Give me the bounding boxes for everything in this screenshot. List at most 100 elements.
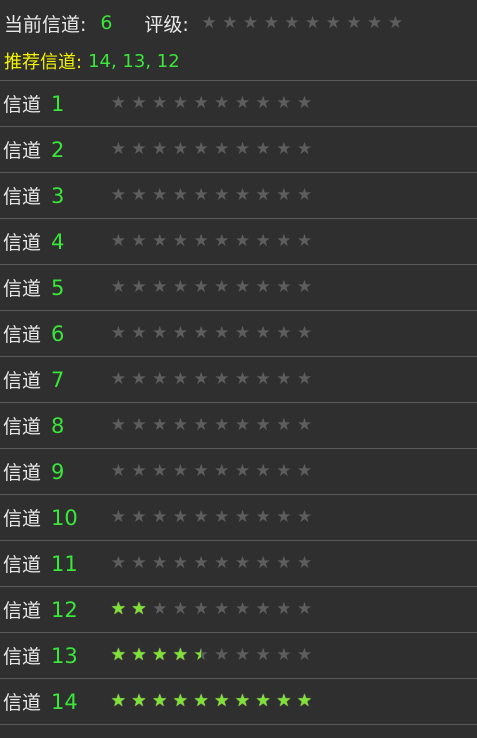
star-empty-icon: ★ — [110, 461, 126, 481]
star-empty-icon: ★ — [172, 139, 189, 159]
star-empty-icon: ★ — [193, 139, 209, 159]
channel-label: 信道 — [3, 140, 42, 162]
star-empty-icon: ★ — [193, 277, 209, 297]
star-empty-icon: ★ — [131, 553, 147, 573]
channel-rating-stars: ★ ★ ★ ★ ★ ★ ★ ★ ★ ★ — [108, 509, 315, 526]
star-empty-icon: ★ — [193, 415, 209, 435]
star-empty-icon: ★ — [255, 93, 271, 113]
channel-label: 信道 — [3, 94, 42, 116]
star-empty-icon: ★ — [172, 415, 189, 435]
channel-rating-stars: ★ ★ ★ ★ ★ ★ ★ ★ ★ ★ — [108, 141, 315, 158]
star-empty-icon: ★ — [193, 553, 209, 573]
channel-row[interactable]: 信道 4 ★ ★ ★ ★ ★ ★ ★ ★ ★ ★ — [0, 219, 477, 265]
channel-label: 信道 — [3, 416, 42, 438]
star-empty-icon: ★ — [214, 645, 230, 665]
channel-row[interactable]: 信道 7 ★ ★ ★ ★ ★ ★ ★ ★ ★ ★ — [0, 357, 477, 403]
channel-row[interactable]: 信道 3 ★ ★ ★ ★ ★ ★ ★ ★ ★ ★ — [0, 173, 477, 219]
channel-number: 4 — [51, 229, 65, 254]
channel-row[interactable]: 信道 5 ★ ★ ★ ★ ★ ★ ★ ★ ★ ★ — [0, 265, 477, 311]
star-empty-icon: ★ — [234, 231, 251, 251]
star-empty-icon: ★ — [255, 645, 271, 665]
channel-row[interactable]: 信道 6 ★ ★ ★ ★ ★ ★ ★ ★ ★ ★ — [0, 311, 477, 357]
channel-rating-stars: ★ ★ ★ ★ ★ ★ ★ ★ ★ ★ — [108, 463, 315, 480]
star-empty-icon: ★ — [201, 12, 217, 33]
star-empty-icon: ★ — [110, 139, 126, 159]
star-empty-icon: ★ — [255, 231, 271, 251]
star-empty-icon: ★ — [276, 277, 292, 297]
star-empty-icon: ★ — [152, 553, 168, 573]
star-empty-icon: ★ — [296, 553, 313, 573]
star-empty-icon: ★ — [152, 599, 168, 619]
channel-rating-stars: ★ ★ ★ ★ ★ ★ ★ ★ ★ ★ — [108, 601, 315, 618]
star-filled-icon: ★ — [276, 691, 292, 711]
channel-label: 信道 — [3, 462, 42, 484]
star-empty-icon: ★ — [193, 93, 209, 113]
star-empty-icon: ★ — [131, 369, 147, 389]
channel-row[interactable]: 信道 9 ★ ★ ★ ★ ★ ★ ★ ★ ★ ★ — [0, 449, 477, 495]
star-empty-icon: ★ — [172, 93, 189, 113]
star-empty-icon: ★ — [131, 93, 147, 113]
channel-rating-stars: ★ ★ ★ ★ ★ ★ ★ ★ ★ ★ — [108, 693, 315, 710]
star-empty-icon: ★ — [276, 369, 292, 389]
channel-number: 1 — [51, 91, 65, 116]
star-empty-icon: ★ — [214, 323, 230, 343]
star-empty-icon: ★ — [193, 599, 209, 619]
star-empty-icon: ★ — [255, 507, 271, 527]
channel-row[interactable]: 信道 1 ★ ★ ★ ★ ★ ★ ★ ★ ★ ★ — [0, 81, 477, 127]
star-empty-icon: ★ — [214, 415, 230, 435]
star-filled-icon: ★ — [131, 645, 147, 665]
star-empty-icon: ★ — [131, 139, 147, 159]
star-empty-icon: ★ — [152, 415, 168, 435]
star-empty-icon: ★ — [214, 461, 230, 481]
channel-rating-stars: ★ ★ ★ ★ ★ ★ ★ ★ ★ ★ — [108, 95, 315, 112]
star-empty-icon: ★ — [152, 507, 168, 527]
star-empty-icon: ★ — [276, 507, 292, 527]
channel-row[interactable]: 信道 12 ★ ★ ★ ★ ★ ★ ★ ★ ★ ★ — [0, 587, 477, 633]
star-empty-icon: ★ — [172, 507, 189, 527]
star-half-icon: ★ — [191, 647, 212, 664]
channel-rating-stars: ★ ★ ★ ★ ★ ★ ★ ★ ★ ★ — [108, 371, 315, 388]
star-empty-icon: ★ — [172, 553, 189, 573]
channel-label: 信道 — [3, 278, 42, 300]
star-empty-icon: ★ — [234, 185, 251, 205]
channel-label: 信道 — [3, 600, 42, 622]
star-empty-icon: ★ — [276, 231, 292, 251]
star-empty-icon: ★ — [276, 553, 292, 573]
star-empty-icon: ★ — [234, 93, 251, 113]
channel-number: 8 — [51, 413, 65, 438]
channel-number: 7 — [51, 367, 65, 392]
star-filled-icon: ★ — [172, 691, 189, 711]
channel-row[interactable]: 信道 2 ★ ★ ★ ★ ★ ★ ★ ★ ★ ★ — [0, 127, 477, 173]
star-filled-icon: ★ — [131, 599, 147, 619]
star-empty-icon: ★ — [234, 323, 251, 343]
star-empty-icon: ★ — [296, 369, 313, 389]
star-empty-icon: ★ — [172, 461, 189, 481]
star-empty-icon: ★ — [296, 461, 313, 481]
star-empty-icon: ★ — [255, 323, 271, 343]
star-empty-icon: ★ — [214, 553, 230, 573]
star-filled-icon: ★ — [234, 691, 251, 711]
star-empty-icon: ★ — [131, 277, 147, 297]
channel-label: 信道 — [3, 186, 42, 208]
star-empty-icon: ★ — [296, 415, 313, 435]
star-filled-icon: ★ — [172, 645, 189, 665]
star-empty-icon: ★ — [255, 599, 271, 619]
current-channel-label: 当前信道: — [4, 13, 87, 36]
channel-row[interactable]: 信道 8 ★ ★ ★ ★ ★ ★ ★ ★ ★ ★ — [0, 403, 477, 449]
star-empty-icon: ★ — [110, 185, 126, 205]
star-empty-icon: ★ — [152, 139, 168, 159]
channel-row[interactable]: 信道 14 ★ ★ ★ ★ ★ ★ ★ ★ ★ ★ — [0, 679, 477, 725]
current-rating-stars: ★ ★ ★ ★ ★ ★ ★ ★ ★ ★ — [199, 12, 406, 33]
star-empty-icon: ★ — [234, 277, 251, 297]
rating-label: 评级: — [144, 13, 189, 36]
channel-row[interactable]: 信道 13 ★ ★ ★ ★ ★ ★ ★ ★ ★ ★ — [0, 633, 477, 679]
channel-row[interactable]: 信道 10 ★ ★ ★ ★ ★ ★ ★ ★ ★ ★ — [0, 495, 477, 541]
star-filled-icon: ★ — [255, 691, 271, 711]
channel-number: 14 — [51, 689, 78, 714]
star-empty-icon: ★ — [276, 323, 292, 343]
star-empty-icon: ★ — [214, 277, 230, 297]
channel-row[interactable]: 信道 11 ★ ★ ★ ★ ★ ★ ★ ★ ★ ★ — [0, 541, 477, 587]
star-empty-icon: ★ — [296, 507, 313, 527]
star-empty-icon: ★ — [172, 599, 189, 619]
channel-label: 信道 — [3, 508, 42, 530]
